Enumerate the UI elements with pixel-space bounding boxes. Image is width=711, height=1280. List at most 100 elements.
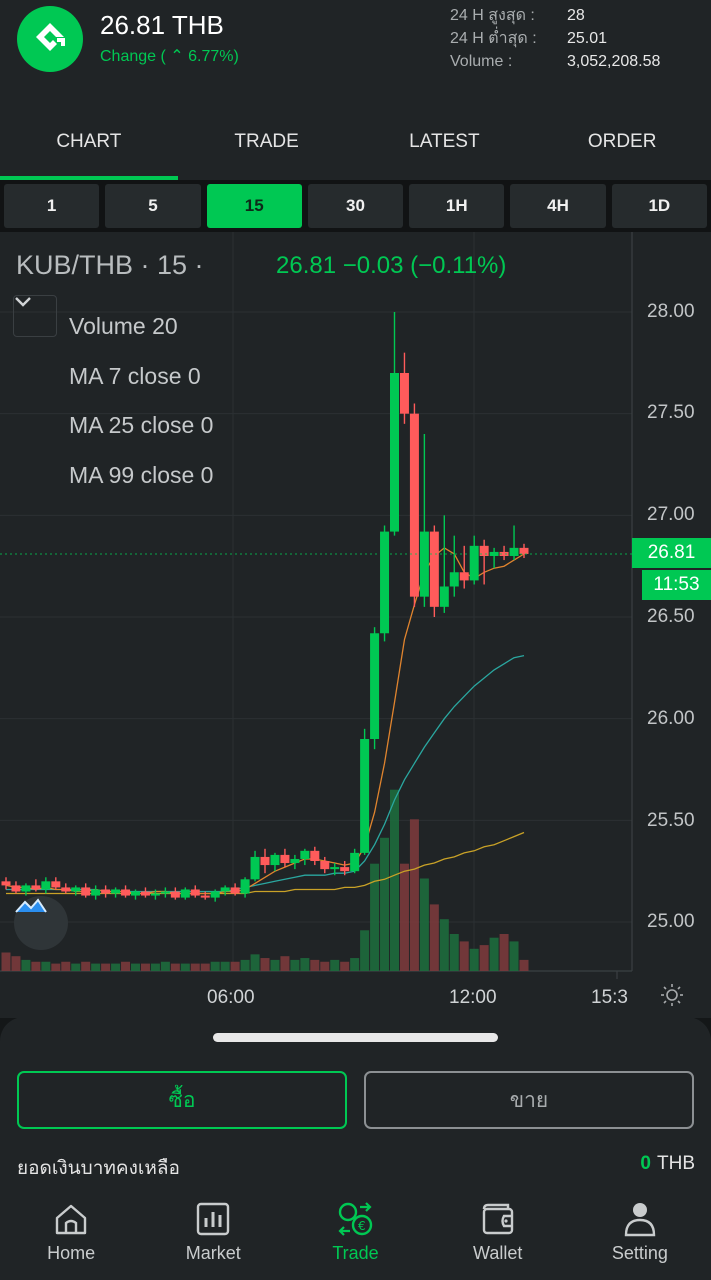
tab-trade[interactable]: TRADE xyxy=(178,96,356,180)
volume-bar xyxy=(41,961,51,971)
candle-body xyxy=(1,881,11,886)
candle-body xyxy=(519,547,529,554)
candle-body xyxy=(121,889,131,896)
legend-collapse-button[interactable] xyxy=(13,295,57,337)
time-tick: 06:00 xyxy=(207,987,255,1008)
buy-button[interactable]: ซื้อ xyxy=(17,1071,347,1129)
candle-body xyxy=(220,887,230,892)
volume-bar xyxy=(31,961,41,971)
candle-body xyxy=(170,891,180,898)
candle-body xyxy=(290,858,300,864)
volume-bar xyxy=(190,963,200,971)
stat-value: 25.01 xyxy=(567,30,608,47)
bitkub-logo-icon xyxy=(17,6,83,72)
chart-symbol: KUB/THB · 15 · xyxy=(16,250,204,280)
volume-bar xyxy=(111,963,121,971)
nav-market[interactable]: Market xyxy=(142,1195,284,1280)
candle-body xyxy=(71,887,81,892)
candle-body xyxy=(200,895,210,898)
candle-body xyxy=(11,885,21,892)
volume-bar xyxy=(200,963,210,971)
volume-bar xyxy=(81,961,91,971)
nav-trade[interactable]: € Trade xyxy=(284,1195,426,1280)
volume-bar xyxy=(390,789,399,971)
drag-handle[interactable] xyxy=(213,1033,498,1042)
interval-30[interactable]: 30 xyxy=(307,184,404,228)
volume-bar xyxy=(91,963,101,971)
legend-volume[interactable]: Volume 20 xyxy=(69,302,213,352)
candle-body xyxy=(330,867,340,870)
volume-bar xyxy=(330,959,340,971)
interval-5[interactable]: 5 xyxy=(105,184,201,228)
volume-bar xyxy=(210,961,220,971)
candle-body xyxy=(111,889,121,894)
volume-bar xyxy=(160,961,170,971)
interval-1[interactable]: 1 xyxy=(4,184,100,228)
nav-wallet[interactable]: Wallet xyxy=(427,1195,569,1280)
candle-body xyxy=(61,887,71,892)
volume-bar xyxy=(519,959,529,971)
candle-body xyxy=(150,893,160,896)
candle-body xyxy=(310,850,320,861)
price-tick: 25.50 xyxy=(647,810,695,831)
candle-body xyxy=(479,545,489,556)
candle-body xyxy=(240,879,250,894)
volume-bar xyxy=(170,963,180,971)
legend-ma99[interactable]: MA 99 close 0 xyxy=(69,451,213,501)
chart-quote: 26.81 −0.03 (−0.11%) xyxy=(276,252,507,279)
volume-bar xyxy=(150,963,160,971)
nav-label: Market xyxy=(185,1243,241,1263)
legend-ma7[interactable]: MA 7 close 0 xyxy=(69,352,213,402)
candle-body xyxy=(91,889,101,896)
stat-label: 24 H สูงสุด : xyxy=(450,7,535,24)
nav-label: Wallet xyxy=(473,1243,523,1263)
volume-bar xyxy=(140,963,150,971)
legend-ma25[interactable]: MA 25 close 0 xyxy=(69,401,213,451)
stats-24h: 24 H สูงสุด : 28 24 H ต่ำสุด : 25.01 Volum… xyxy=(450,4,660,73)
balance-amount: 0 xyxy=(640,1153,651,1174)
candle-body xyxy=(81,887,91,896)
candle-body xyxy=(31,885,41,890)
sell-button[interactable]: ขาย xyxy=(364,1071,694,1129)
price-tick: 25.00 xyxy=(647,911,695,932)
volume-bar xyxy=(11,956,21,971)
volume-bar xyxy=(340,961,350,971)
volume-bar xyxy=(131,963,140,971)
volume-bar xyxy=(449,934,459,971)
interval-1d[interactable]: 1D xyxy=(611,184,707,228)
volume-bar xyxy=(61,961,71,971)
candle-body xyxy=(469,545,479,581)
candle-body xyxy=(370,633,380,739)
trade-panel: ซื้อ ขาย ยอดเงินบาทคงเหลือ 0 THB Home Mar… xyxy=(0,1017,711,1280)
interval-15[interactable]: 15 xyxy=(206,184,302,228)
stat-volume: Volume : 3,052,208.58 xyxy=(450,50,660,73)
candle-body xyxy=(250,856,260,880)
tab-chart[interactable]: CHART xyxy=(0,96,178,180)
nav-setting[interactable]: Setting xyxy=(569,1195,711,1280)
volume-bar xyxy=(320,961,330,971)
tab-latest[interactable]: LATEST xyxy=(356,96,534,180)
candle-body xyxy=(449,572,459,587)
volume-bar xyxy=(409,819,419,971)
candle-body xyxy=(140,891,150,896)
volume-bar xyxy=(220,961,230,971)
interval-1h[interactable]: 1H xyxy=(409,184,505,228)
candle-body xyxy=(429,531,439,607)
volume-bar xyxy=(280,956,290,971)
candle-body xyxy=(230,887,240,894)
tradingview-logo-icon[interactable] xyxy=(14,896,68,950)
candle-body xyxy=(390,373,399,532)
price-change: Change ( ⌃ 6.77%) xyxy=(100,48,239,65)
tab-order[interactable]: ORDER xyxy=(533,96,711,180)
volume-bar xyxy=(429,904,439,971)
volume-bar xyxy=(250,954,260,971)
ticker-header: 26.81 THB Change ( ⌃ 6.77%) 24 H สูงสุด … xyxy=(0,0,711,96)
volume-bar xyxy=(101,963,111,971)
price-chart[interactable]: KUB/THB · 15 · 26.81 −0.03 (−0.11%) Volu… xyxy=(0,232,711,1018)
interval-selector: 1 5 15 30 1H 4H 1D xyxy=(0,180,711,232)
candle-body xyxy=(509,547,519,556)
nav-home[interactable]: Home xyxy=(0,1195,142,1280)
balance-label: ยอดเงินบาทคงเหลือ xyxy=(17,1158,180,1179)
volume-bar xyxy=(71,963,81,971)
interval-4h[interactable]: 4H xyxy=(510,184,606,228)
